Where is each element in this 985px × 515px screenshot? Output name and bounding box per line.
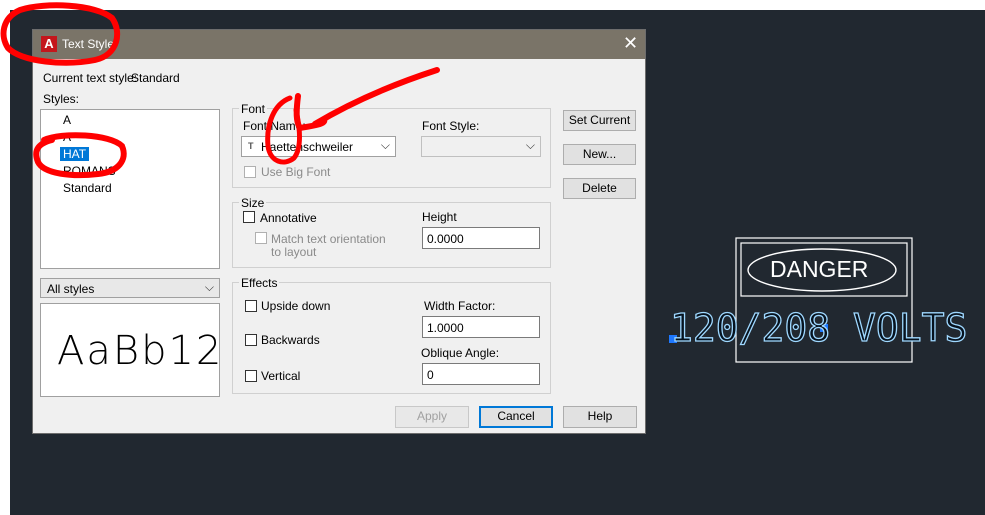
annotation-arrow-head [293, 93, 328, 131]
annotation-arrow-line [312, 67, 440, 127]
annotation-circle-title [0, 2, 121, 66]
annotation-circle-hat [33, 132, 127, 179]
annotation-layer [0, 2, 440, 179]
